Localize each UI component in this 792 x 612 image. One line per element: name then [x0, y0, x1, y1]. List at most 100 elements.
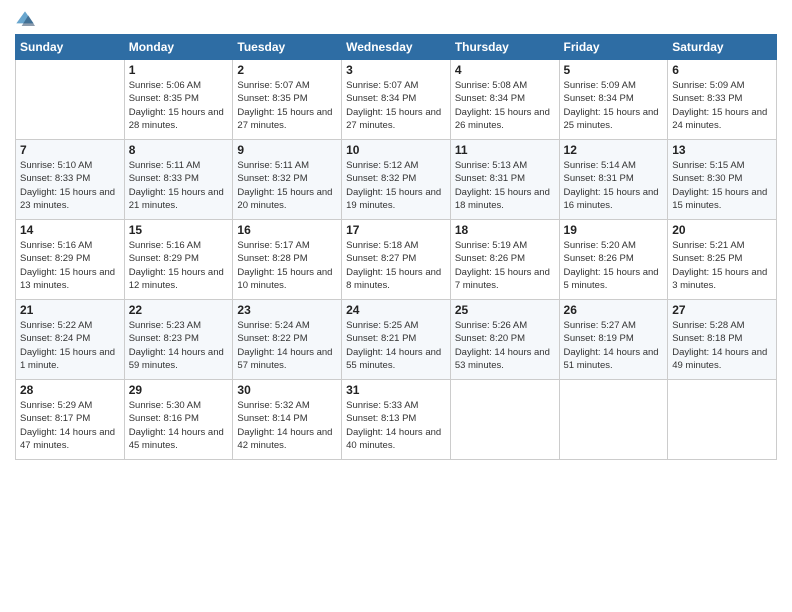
cell-info: Sunrise: 5:18 AMSunset: 8:27 PMDaylight:…: [346, 240, 441, 291]
day-number: 1: [129, 63, 229, 77]
logo-icon: [15, 10, 35, 30]
calendar-week-0: 1 Sunrise: 5:06 AMSunset: 8:35 PMDaylight…: [16, 60, 777, 140]
calendar-header-row: SundayMondayTuesdayWednesdayThursdayFrid…: [16, 35, 777, 60]
logo: [15, 10, 37, 30]
day-number: 16: [237, 223, 337, 237]
day-number: 11: [455, 143, 555, 157]
cell-info: Sunrise: 5:07 AMSunset: 8:34 PMDaylight:…: [346, 80, 441, 131]
calendar-cell: 15 Sunrise: 5:16 AMSunset: 8:29 PMDayligh…: [124, 220, 233, 300]
cell-info: Sunrise: 5:25 AMSunset: 8:21 PMDaylight:…: [346, 320, 441, 371]
calendar-cell: 4 Sunrise: 5:08 AMSunset: 8:34 PMDaylight…: [450, 60, 559, 140]
day-number: 30: [237, 383, 337, 397]
day-number: 7: [20, 143, 120, 157]
weekday-header-sunday: Sunday: [16, 35, 125, 60]
day-number: 9: [237, 143, 337, 157]
calendar-week-2: 14 Sunrise: 5:16 AMSunset: 8:29 PMDayligh…: [16, 220, 777, 300]
calendar-cell: 26 Sunrise: 5:27 AMSunset: 8:19 PMDayligh…: [559, 300, 668, 380]
cell-info: Sunrise: 5:09 AMSunset: 8:34 PMDaylight:…: [564, 80, 659, 131]
cell-info: Sunrise: 5:14 AMSunset: 8:31 PMDaylight:…: [564, 160, 659, 211]
weekday-header-saturday: Saturday: [668, 35, 777, 60]
calendar-week-3: 21Sunrise: 5:22 AMSunset: 8:24 PMDayligh…: [16, 300, 777, 380]
cell-info: Sunrise: 5:27 AMSunset: 8:19 PMDaylight:…: [564, 320, 659, 371]
weekday-header-thursday: Thursday: [450, 35, 559, 60]
cell-info: Sunrise: 5:07 AMSunset: 8:35 PMDaylight:…: [237, 80, 332, 131]
calendar-cell: [16, 60, 125, 140]
cell-info: Sunrise: 5:13 AMSunset: 8:31 PMDaylight:…: [455, 160, 550, 211]
day-number: 28: [20, 383, 120, 397]
day-number: 4: [455, 63, 555, 77]
calendar-cell: 19 Sunrise: 5:20 AMSunset: 8:26 PMDayligh…: [559, 220, 668, 300]
calendar-cell: 23Sunrise: 5:24 AMSunset: 8:22 PMDayligh…: [233, 300, 342, 380]
day-number: 18: [455, 223, 555, 237]
cell-info: Sunrise: 5:15 AMSunset: 8:30 PMDaylight:…: [672, 160, 767, 211]
weekday-header-monday: Monday: [124, 35, 233, 60]
cell-info: Sunrise: 5:09 AMSunset: 8:33 PMDaylight:…: [672, 80, 767, 131]
calendar-cell: 25 Sunrise: 5:26 AMSunset: 8:20 PMDayligh…: [450, 300, 559, 380]
day-number: 10: [346, 143, 446, 157]
cell-info: Sunrise: 5:16 AMSunset: 8:29 PMDaylight:…: [20, 240, 115, 291]
day-number: 19: [564, 223, 664, 237]
day-number: 8: [129, 143, 229, 157]
day-number: 27: [672, 303, 772, 317]
calendar-cell: 31Sunrise: 5:33 AMSunset: 8:13 PMDayligh…: [342, 380, 451, 460]
cell-info: Sunrise: 5:32 AMSunset: 8:14 PMDaylight:…: [237, 400, 332, 451]
day-number: 17: [346, 223, 446, 237]
day-number: 6: [672, 63, 772, 77]
day-number: 25: [455, 303, 555, 317]
day-number: 29: [129, 383, 229, 397]
day-number: 26: [564, 303, 664, 317]
calendar-cell: 30 Sunrise: 5:32 AMSunset: 8:14 PMDayligh…: [233, 380, 342, 460]
calendar-cell: 29 Sunrise: 5:30 AMSunset: 8:16 PMDayligh…: [124, 380, 233, 460]
cell-info: Sunrise: 5:20 AMSunset: 8:26 PMDaylight:…: [564, 240, 659, 291]
calendar-cell: 16Sunrise: 5:17 AMSunset: 8:28 PMDayligh…: [233, 220, 342, 300]
cell-info: Sunrise: 5:06 AMSunset: 8:35 PMDaylight:…: [129, 80, 224, 131]
calendar-cell: 24 Sunrise: 5:25 AMSunset: 8:21 PMDayligh…: [342, 300, 451, 380]
cell-info: Sunrise: 5:19 AMSunset: 8:26 PMDaylight:…: [455, 240, 550, 291]
calendar-cell: 18 Sunrise: 5:19 AMSunset: 8:26 PMDayligh…: [450, 220, 559, 300]
cell-info: Sunrise: 5:24 AMSunset: 8:22 PMDaylight:…: [237, 320, 332, 371]
cell-info: Sunrise: 5:12 AMSunset: 8:32 PMDaylight:…: [346, 160, 441, 211]
calendar-cell: 27 Sunrise: 5:28 AMSunset: 8:18 PMDayligh…: [668, 300, 777, 380]
day-number: 22: [129, 303, 229, 317]
calendar-cell: 22 Sunrise: 5:23 AMSunset: 8:23 PMDayligh…: [124, 300, 233, 380]
cell-info: Sunrise: 5:29 AMSunset: 8:17 PMDaylight:…: [20, 400, 115, 451]
cell-info: Sunrise: 5:26 AMSunset: 8:20 PMDaylight:…: [455, 320, 550, 371]
cell-info: Sunrise: 5:08 AMSunset: 8:34 PMDaylight:…: [455, 80, 550, 131]
calendar-cell: 20 Sunrise: 5:21 AMSunset: 8:25 PMDayligh…: [668, 220, 777, 300]
calendar-cell: 28 Sunrise: 5:29 AMSunset: 8:17 PMDayligh…: [16, 380, 125, 460]
weekday-header-wednesday: Wednesday: [342, 35, 451, 60]
day-number: 13: [672, 143, 772, 157]
calendar-cell: 10 Sunrise: 5:12 AMSunset: 8:32 PMDayligh…: [342, 140, 451, 220]
calendar-cell: [559, 380, 668, 460]
cell-info: Sunrise: 5:21 AMSunset: 8:25 PMDaylight:…: [672, 240, 767, 291]
cell-info: Sunrise: 5:30 AMSunset: 8:16 PMDaylight:…: [129, 400, 224, 451]
day-number: 14: [20, 223, 120, 237]
calendar-cell: 1 Sunrise: 5:06 AMSunset: 8:35 PMDaylight…: [124, 60, 233, 140]
calendar-cell: 9Sunrise: 5:11 AMSunset: 8:32 PMDaylight…: [233, 140, 342, 220]
day-number: 24: [346, 303, 446, 317]
calendar-cell: 14 Sunrise: 5:16 AMSunset: 8:29 PMDayligh…: [16, 220, 125, 300]
calendar-cell: 7 Sunrise: 5:10 AMSunset: 8:33 PMDaylight…: [16, 140, 125, 220]
day-number: 2: [237, 63, 337, 77]
calendar-cell: 21Sunrise: 5:22 AMSunset: 8:24 PMDayligh…: [16, 300, 125, 380]
cell-info: Sunrise: 5:11 AMSunset: 8:33 PMDaylight:…: [129, 160, 224, 211]
weekday-header-tuesday: Tuesday: [233, 35, 342, 60]
day-number: 15: [129, 223, 229, 237]
calendar-cell: 3Sunrise: 5:07 AMSunset: 8:34 PMDaylight…: [342, 60, 451, 140]
page-container: SundayMondayTuesdayWednesdayThursdayFrid…: [0, 0, 792, 470]
calendar-cell: 5 Sunrise: 5:09 AMSunset: 8:34 PMDaylight…: [559, 60, 668, 140]
cell-info: Sunrise: 5:16 AMSunset: 8:29 PMDaylight:…: [129, 240, 224, 291]
cell-info: Sunrise: 5:33 AMSunset: 8:13 PMDaylight:…: [346, 400, 441, 451]
day-number: 21: [20, 303, 120, 317]
cell-info: Sunrise: 5:28 AMSunset: 8:18 PMDaylight:…: [672, 320, 767, 371]
calendar-cell: [450, 380, 559, 460]
calendar-cell: 13 Sunrise: 5:15 AMSunset: 8:30 PMDayligh…: [668, 140, 777, 220]
cell-info: Sunrise: 5:10 AMSunset: 8:33 PMDaylight:…: [20, 160, 115, 211]
calendar-cell: 17 Sunrise: 5:18 AMSunset: 8:27 PMDayligh…: [342, 220, 451, 300]
day-number: 5: [564, 63, 664, 77]
cell-info: Sunrise: 5:23 AMSunset: 8:23 PMDaylight:…: [129, 320, 224, 371]
header: [15, 10, 777, 30]
day-number: 20: [672, 223, 772, 237]
weekday-header-friday: Friday: [559, 35, 668, 60]
calendar-cell: 6 Sunrise: 5:09 AMSunset: 8:33 PMDaylight…: [668, 60, 777, 140]
